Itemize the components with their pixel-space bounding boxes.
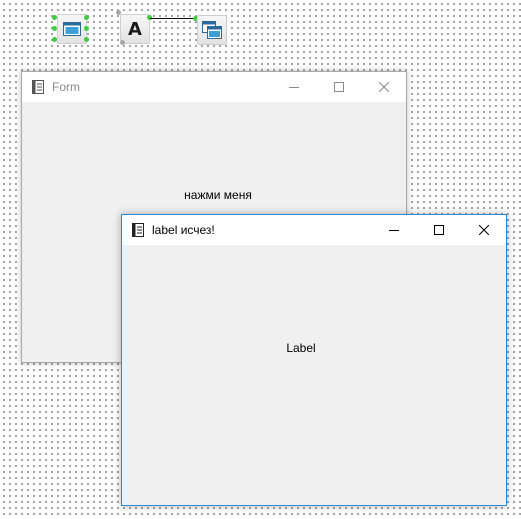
close-icon <box>378 82 389 92</box>
selection-handle[interactable] <box>52 15 57 20</box>
form-component-node[interactable] <box>57 14 87 44</box>
selection-handle[interactable] <box>84 15 89 20</box>
maximize-icon <box>333 82 344 92</box>
form-button-text[interactable]: нажми меня <box>184 188 252 202</box>
selection-handle[interactable] <box>120 40 125 45</box>
label-window-title-bar[interactable]: label исчез! <box>122 215 506 245</box>
label-window-title: label исчез! <box>152 223 215 237</box>
form-title-bar[interactable]: Form <box>22 72 406 102</box>
form-window-component-icon <box>202 21 222 39</box>
minimize-icon <box>388 230 399 231</box>
maximize-icon <box>433 225 444 235</box>
selection-handle[interactable] <box>52 26 57 31</box>
selection-handle[interactable] <box>84 37 89 42</box>
connection-line <box>150 18 196 19</box>
label-text: Label <box>286 341 316 355</box>
form-title: Form <box>52 80 80 94</box>
selection-handle[interactable] <box>52 37 57 42</box>
form-minimize-button[interactable] <box>271 72 316 102</box>
label-component-node[interactable]: A <box>120 14 150 44</box>
label-window-app-icon <box>131 222 145 238</box>
close-icon <box>478 225 489 235</box>
label-window[interactable]: label исчез! Label <box>121 214 507 506</box>
form-close-button[interactable] <box>361 72 406 102</box>
form-window-component-node[interactable] <box>197 15 227 45</box>
form-maximize-button[interactable] <box>316 72 361 102</box>
selection-handle[interactable] <box>116 10 121 15</box>
form-component-icon <box>63 22 81 36</box>
minimize-icon <box>288 87 299 88</box>
form-app-icon <box>31 79 45 95</box>
label-window-close-button[interactable] <box>461 215 506 245</box>
label-window-maximize-button[interactable] <box>416 215 461 245</box>
label-component-icon: A <box>128 18 142 40</box>
label-window-minimize-button[interactable] <box>371 215 416 245</box>
selection-handle[interactable] <box>84 26 89 31</box>
